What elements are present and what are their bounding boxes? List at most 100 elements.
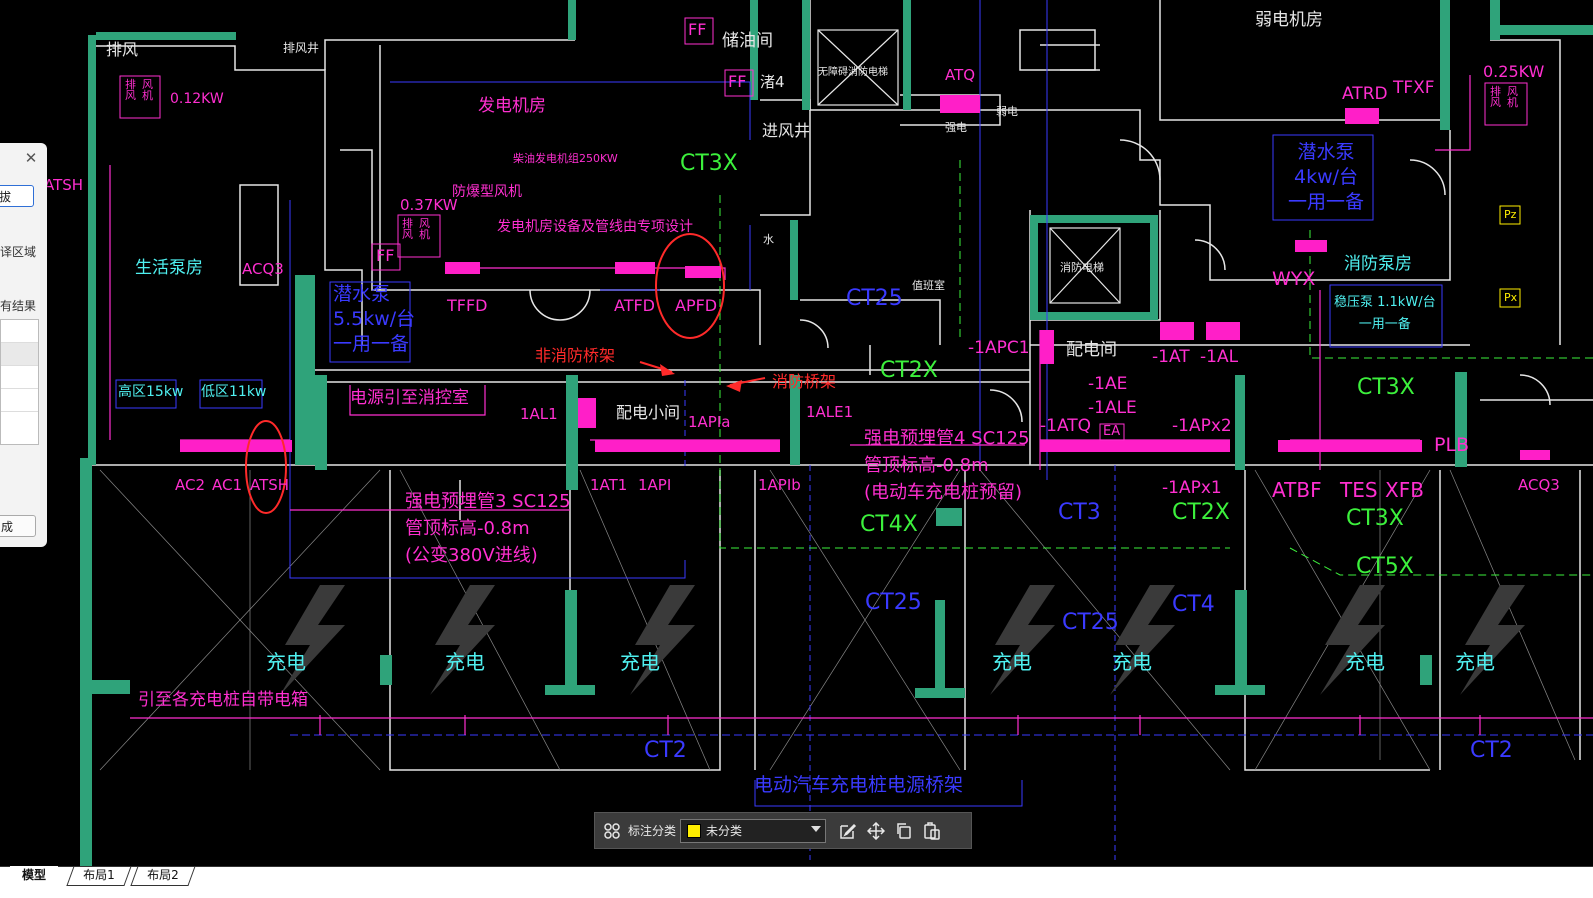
wyx-label: WYX [1272,268,1316,290]
charging-label: 充电 [266,650,306,674]
exhaust-shaft-label: 排风井 [283,41,320,55]
ct25-label-a: CT25 [846,286,903,311]
tffd-label: TFFD [447,296,488,315]
atq-m1-label: -1ATQ [1040,416,1092,436]
api-a-label: 1APIa [688,413,731,431]
at-m1-label: -1AT [1152,347,1190,367]
al-m1-label: -1AL [1200,347,1239,367]
fan-left-power: 0.12KW [170,91,224,107]
dist-room-label: 配电间 [1066,340,1117,360]
num4-label: 渚4 [760,73,785,91]
tab-layout1[interactable]: 布局1 [66,866,132,886]
generator-set-label: 柴油发电机组250KW [513,152,618,165]
weak-elec-label: 弱电 [996,105,1018,118]
ale-m1-label: -1ALE [1088,398,1137,418]
ct3x-label-a: CT3X [680,151,738,176]
atsh-left-label: ATSH [44,176,84,194]
ct4x-label: CT4X [860,512,918,537]
ct3x-label-b: CT3X [1357,375,1415,400]
ct3-label: CT3 [1058,500,1101,525]
charging-label: 充电 [1112,650,1152,674]
copy-icon[interactable] [890,817,918,845]
water-label: 水 [763,233,774,246]
duct3-note: 强电预埋管3 SC125 管顶标高-0.8m (公变380V进线) [405,491,571,566]
apx2-label: -1APx2 [1172,416,1232,436]
apfd-label: APFD [675,296,718,315]
to-chargers-label: 引至各充电桩自带电箱 [138,690,308,710]
ev-tray-label: 电动汽车充电桩电源桥架 [754,774,964,796]
area-option-label[interactable]: 译区域 [0,243,36,260]
duct4-note: 强电预埋管4 SC125 管顶标高-0.8m (电动车充电桩预留) [864,428,1030,503]
charging-label: 充电 [992,650,1032,674]
at1-label: 1AT1 [590,476,628,494]
list-item[interactable] [1,366,38,389]
api-b-label: 1APIb [758,476,801,494]
paste-icon[interactable] [918,817,946,845]
ct25-label-c: CT25 [1062,610,1119,635]
list-item[interactable] [1,343,38,366]
explosion-fan-label: 防爆型风机 [452,184,522,200]
fan-left-label: 排风 风机 [125,78,159,102]
intake-shaft-label: 进风井 [762,121,811,140]
done-button[interactable]: 成 [0,515,36,537]
tab-layout2[interactable]: 布局2 [130,866,196,886]
ff-label-1: FF [688,20,707,39]
cad-drawing-canvas[interactable]: 排风 排风井 排风 风机 0.12KW 发电机房 柴油发电机组250KW 0.37… [0,0,1593,866]
charging-label: 充电 [1455,650,1495,674]
low-zone-label: 低区11kw [201,384,267,400]
atfd-label: ATFD [614,296,655,315]
list-item[interactable] [1,389,38,412]
category-select[interactable]: 未分类 [680,818,827,843]
ct2-label-a: CT2 [644,738,687,763]
results-list[interactable] [0,319,39,445]
dist-small-label: 配电小间 [616,403,681,422]
tabbar-divider [0,866,1593,867]
grid-icon[interactable] [598,817,626,845]
fan-mid-label: 排风 风机 [402,217,436,241]
elevator-right-label: 消防电梯 [1060,261,1104,274]
acq3-label: ACQ3 [242,260,284,278]
fire-pump-label: 消防泵房 [1344,254,1412,274]
fan-right-label: 排风 风机 [1490,85,1524,109]
charging-label: 充电 [1345,650,1385,674]
search-input[interactable]: 拔 [0,185,34,207]
fire-tray-note: 消防桥架 [772,372,837,391]
pz-label: Pz [1504,208,1517,221]
al1-label: 1AL1 [520,405,558,423]
ale1-label: 1ALE1 [806,403,854,421]
non-fire-tray-note: 非消防桥架 [535,346,616,365]
ff-label-3: FF [376,246,395,265]
pump-room-label: 生活泵房 [135,258,203,278]
tes-label: TES [1340,478,1378,502]
apc1-label: -1APC1 [968,338,1030,358]
power-to-control-label: 电源引至消控室 [350,388,469,408]
stabilizer-spec: 稳压泵 1.1kW/台 一用一备 [1334,295,1436,332]
api-label: 1API [638,476,672,494]
charging-label: 充电 [620,650,660,674]
tfxf-label: TFXF [1393,78,1435,98]
oil-room-label: 储油间 [722,31,773,51]
exhaust-label: 排风 [106,40,139,59]
ct2x-label-a: CT2X [880,358,938,383]
pump-left-spec: 潜水泵 5.5kw/台 一用一备 [333,283,416,355]
layout-tabbar: 模型 布局1 布局2 [0,866,1593,898]
list-item[interactable] [1,320,38,343]
ea-label: EA [1103,424,1121,439]
high-zone-label: 高区15kw [118,384,184,400]
strong-elec-label: 强电 [945,121,967,134]
tab-model[interactable]: 模型 [10,866,58,885]
ct4-label: CT4 [1172,592,1215,617]
atq-label: ATQ [945,66,976,84]
px-label: Px [1504,291,1518,304]
annotation-toolbar: 标注分类 未分类 [594,812,972,849]
ct2-label-b: CT2 [1470,738,1513,763]
move-icon[interactable] [862,817,890,845]
atsh-label: ATSH [250,476,290,494]
results-label: 有结果 [0,299,37,313]
ac1-label: AC1 [212,476,243,494]
close-icon[interactable]: ✕ [24,151,38,166]
xfb-label: XFB [1385,478,1424,502]
edit-icon[interactable] [834,817,862,845]
atbf-label: ATBF [1272,478,1322,502]
ac2-label: AC2 [175,476,206,494]
